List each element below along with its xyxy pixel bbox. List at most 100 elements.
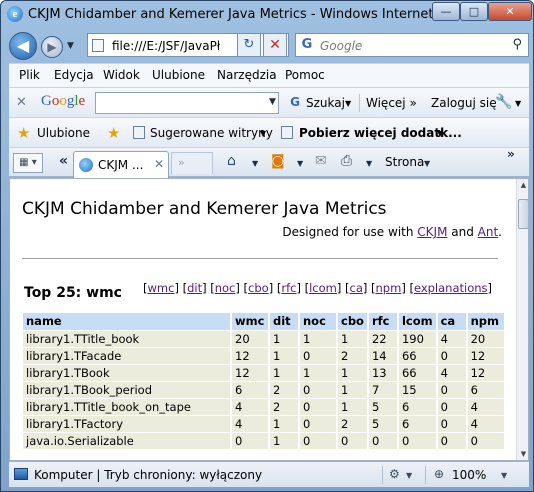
chevron-down-icon[interactable]: ▼ xyxy=(345,99,351,108)
maximize-button[interactable]: □ xyxy=(460,2,488,21)
menu-file[interactable]: Plik xyxy=(19,68,40,82)
chevron-down-icon[interactable]: ▼ xyxy=(406,471,412,480)
metric-cell: 22 xyxy=(367,330,399,348)
favorites-star-icon[interactable]: ★ xyxy=(17,124,30,142)
link-dit[interactable]: dit xyxy=(187,281,202,295)
back-button[interactable]: ◀ xyxy=(9,32,37,60)
scroll-down-icon[interactable]: ▼ xyxy=(517,450,528,458)
tab-close-icon[interactable]: ✕ xyxy=(154,157,164,171)
search-icon[interactable]: ⚲ xyxy=(512,37,522,52)
link-rfc[interactable]: rfc xyxy=(281,281,296,295)
metric-cell: 1 xyxy=(337,330,369,348)
metric-cell: 4 xyxy=(436,330,468,348)
menu-edit[interactable]: Edycja xyxy=(54,68,94,82)
refresh-icon: ↻ xyxy=(243,37,255,52)
chevron-down-icon[interactable]: ▼ xyxy=(297,159,303,168)
tab-title: CKJM ... xyxy=(98,158,144,172)
menu-favorites[interactable]: Ulubione xyxy=(152,68,205,82)
menu-view[interactable]: Widok xyxy=(103,68,140,82)
metric-cell: 0 xyxy=(231,432,270,450)
metric-cell: 0 xyxy=(436,398,468,416)
metric-cell: 1 xyxy=(269,364,300,382)
window-title: CKJM Chidamber and Kemerer Java Metrics … xyxy=(28,7,492,22)
chevron-down-icon[interactable]: ▼ xyxy=(501,471,507,480)
title-bar[interactable]: e CKJM Chidamber and Kemerer Java Metric… xyxy=(1,1,533,29)
chevron-down-icon[interactable]: ▼ xyxy=(515,99,521,108)
wrench-icon[interactable]: 🔧 xyxy=(495,94,512,110)
tab-scroll-left-icon[interactable]: « xyxy=(59,153,68,169)
ant-link[interactable]: Ant xyxy=(478,225,499,239)
link-npm[interactable]: npm xyxy=(376,281,402,295)
home-icon[interactable]: ⌂ xyxy=(227,153,236,169)
close-toolbar-icon[interactable]: ✕ xyxy=(16,95,27,110)
google-search-dropdown-icon[interactable]: ▼ xyxy=(269,97,276,107)
login-button[interactable]: Zaloguj się xyxy=(431,96,497,110)
forward-button[interactable]: ▶ xyxy=(41,36,63,58)
link-cbo[interactable]: cbo xyxy=(248,281,269,295)
ckjm-link[interactable]: CKJM xyxy=(417,225,447,239)
google-search-button[interactable]: Szukaj xyxy=(306,96,345,110)
scrollbar-thumb[interactable] xyxy=(518,199,528,229)
favorites-button[interactable]: Ulubione xyxy=(37,126,90,140)
internet-explorer-icon xyxy=(79,158,93,172)
page-title: CKJM Chidamber and Kemerer Java Metrics xyxy=(22,199,387,219)
chevron-down-icon[interactable]: ▼ xyxy=(260,129,266,138)
stop-icon: ✕ xyxy=(269,37,281,53)
zoom-level[interactable]: 100% xyxy=(452,468,486,482)
history-dropdown[interactable]: ▼ xyxy=(67,41,74,51)
metric-cell: 1 xyxy=(337,364,369,382)
zoom-icon[interactable]: ⊕ xyxy=(434,467,444,481)
refresh-button[interactable]: ↻ xyxy=(237,33,261,57)
mail-icon[interactable]: ✉ xyxy=(315,153,327,169)
metric-cell: 1 xyxy=(299,330,338,348)
metric-cell: 2 xyxy=(269,398,300,416)
metric-cell: 5 xyxy=(367,398,399,416)
chevron-down-icon[interactable]: ▼ xyxy=(366,159,372,168)
column-header: noc xyxy=(299,313,338,331)
chevron-down-icon[interactable]: ▼ xyxy=(252,159,258,168)
stop-button[interactable]: ✕ xyxy=(263,33,287,57)
page-menu-button[interactable]: Strona xyxy=(385,155,424,169)
browser-window: e CKJM Chidamber and Kemerer Java Metric… xyxy=(0,0,534,492)
minimize-button[interactable]: — xyxy=(432,2,460,21)
menu-tools[interactable]: Narzędzia xyxy=(217,68,277,82)
new-tab-button[interactable]: » xyxy=(171,152,213,174)
metric-cell: 0 xyxy=(436,347,468,365)
link-noc[interactable]: noc xyxy=(215,281,236,295)
chevron-down-icon[interactable]: ▼ xyxy=(437,129,443,138)
menu-help[interactable]: Pomoc xyxy=(285,68,325,82)
link-wmc[interactable]: wmc xyxy=(148,281,175,295)
rss-feed-icon[interactable]: ◙ xyxy=(271,153,285,169)
metric-cell: 4 xyxy=(231,415,270,433)
class-name-cell: library1.TBook xyxy=(23,364,232,382)
google-search-input[interactable] xyxy=(95,92,279,114)
scroll-up-icon[interactable]: ▲ xyxy=(517,181,528,189)
metric-cell: 0 xyxy=(436,381,468,399)
designed-prefix: Designed for use with xyxy=(282,225,418,239)
computer-icon xyxy=(14,468,28,480)
link-explanations[interactable]: explanations xyxy=(414,281,488,295)
print-icon[interactable]: ⎙ xyxy=(341,153,352,169)
search-input[interactable]: Google xyxy=(320,39,362,53)
column-header: ca xyxy=(436,313,468,331)
status-separator xyxy=(425,466,426,484)
quick-tabs-button[interactable]: ▦ ▾ xyxy=(13,153,43,173)
table-row: java.io.Serializable 0 1 0 0 0 0 0 0 xyxy=(23,432,506,450)
close-button[interactable]: ✕ xyxy=(488,2,532,21)
tab-active[interactable]: CKJM ... ✕ xyxy=(73,151,169,178)
column-header: dit xyxy=(269,313,300,331)
suggested-sites-link[interactable]: Sugerowane witryny xyxy=(150,126,273,140)
search-box[interactable]: G Google ⚲ xyxy=(295,33,529,57)
vertical-scrollbar[interactable]: ▲ ▼ xyxy=(516,179,528,460)
chevron-down-icon[interactable]: ▼ xyxy=(424,159,430,168)
toolbar-overflow-icon[interactable]: » xyxy=(507,147,515,161)
metric-cell: 6 xyxy=(397,415,438,433)
link-lcom[interactable]: lcom xyxy=(309,281,337,295)
metric-cell: 13 xyxy=(367,364,399,382)
security-icon[interactable]: ⚙ xyxy=(389,467,400,481)
add-favorite-icon[interactable]: ★ xyxy=(107,124,120,142)
link-ca[interactable]: ca xyxy=(350,281,363,295)
more-button[interactable]: Więcej » xyxy=(366,96,417,110)
metric-cell: 14 xyxy=(367,347,399,365)
metric-cell: 2 xyxy=(337,415,369,433)
